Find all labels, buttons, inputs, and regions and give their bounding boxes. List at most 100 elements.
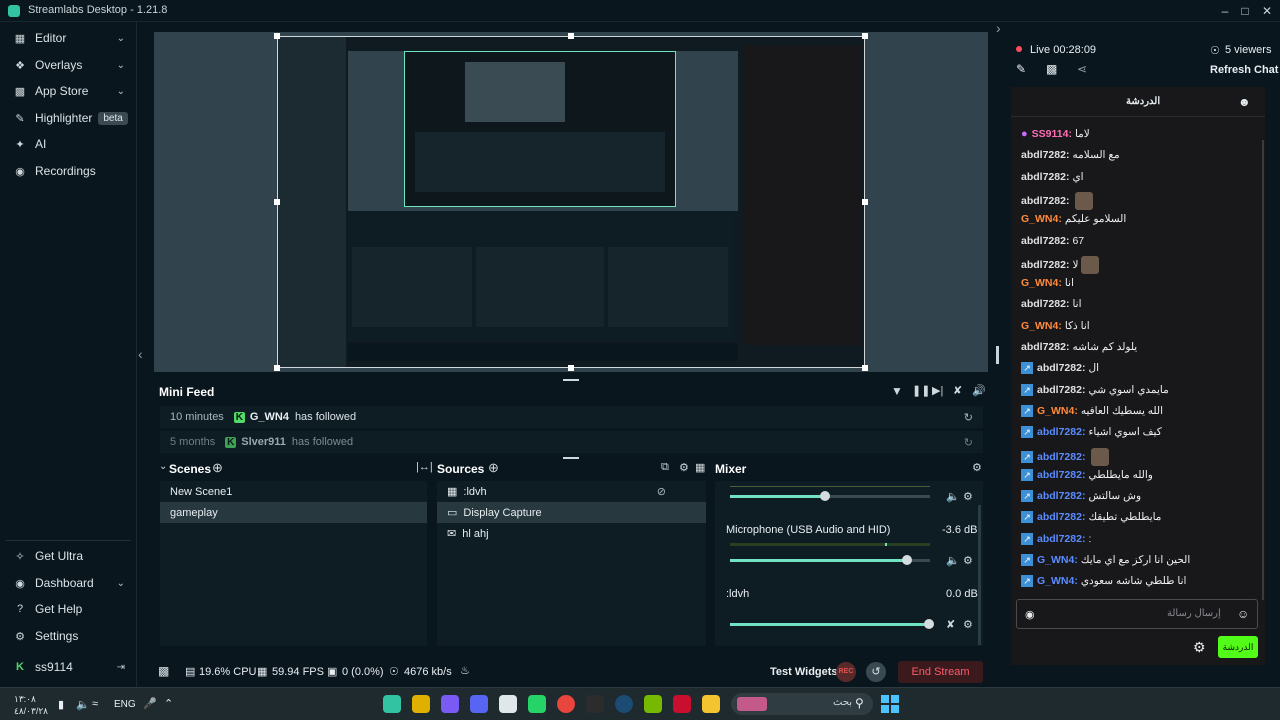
chat-username[interactable]: abdl7282: <box>1037 511 1085 523</box>
mixer-scrollbar[interactable] <box>978 505 981 645</box>
sidebar-item-ai[interactable]: ✦ AI <box>0 131 137 157</box>
collapse-left-icon[interactable]: ‹ <box>138 346 143 362</box>
rockstar-taskbar-icon[interactable] <box>412 695 430 713</box>
repeat-icon[interactable]: ↻ <box>964 436 973 449</box>
replay-buffer-button[interactable]: ↺ <box>866 662 886 682</box>
mute-alerts-icon[interactable]: ✘ <box>953 384 962 397</box>
battery-icon[interactable]: ▮ <box>58 698 64 711</box>
mute-icon[interactable]: ✘ <box>946 618 955 631</box>
volume-slider[interactable] <box>730 491 930 501</box>
resize-handle-tl[interactable] <box>274 33 280 39</box>
record-button[interactable]: REC <box>836 662 856 682</box>
sidebar-item-get-help[interactable]: ? Get Help <box>0 596 137 622</box>
chat-username[interactable]: G_WN4: <box>1037 554 1078 566</box>
chrome-taskbar-icon[interactable] <box>557 695 575 713</box>
resize-handle-t[interactable] <box>568 33 574 39</box>
slider-knob[interactable] <box>820 491 830 501</box>
resize-handle-tr[interactable] <box>862 33 868 39</box>
resize-handle-b[interactable] <box>568 365 574 371</box>
gamepad-taskbar-icon[interactable] <box>441 695 459 713</box>
display-capture-source[interactable] <box>277 36 865 368</box>
chat-username[interactable]: abdl7282: <box>1021 235 1069 247</box>
folder-icon[interactable]: ▦ <box>695 461 705 474</box>
chatgpt-taskbar-icon[interactable] <box>499 695 517 713</box>
sidebar-item-app-store[interactable]: ▩ App Store ⌄ <box>0 78 137 104</box>
emoji-icon[interactable]: ☺ <box>1237 607 1249 621</box>
chat-username[interactable]: abdl7282: <box>1037 469 1085 481</box>
scene-item-selected[interactable]: gameplay <box>160 502 427 523</box>
sidebar-item-get-ultra[interactable]: ✧ Get Ultra <box>0 543 137 569</box>
sidebar-item-recordings[interactable]: ◉ Recordings <box>0 158 137 184</box>
drag-bar[interactable] <box>563 457 579 459</box>
add-scene-icon[interactable]: ⊕ <box>212 460 223 476</box>
mcafee-taskbar-icon[interactable] <box>673 695 691 713</box>
resize-handle-l[interactable] <box>274 199 280 205</box>
chat-username[interactable]: abdl7282: <box>1037 451 1085 463</box>
chat-username[interactable]: abdl7282: <box>1021 195 1069 207</box>
minimize-button[interactable]: – <box>1216 3 1234 19</box>
file-explorer-taskbar-icon[interactable] <box>702 695 720 713</box>
refresh-chat-button[interactable]: Refresh Chat <box>1210 64 1278 76</box>
copy-icon[interactable]: ⧉ <box>661 461 669 474</box>
source-item[interactable]: ▦ :ldvh ⊘ <box>437 481 706 502</box>
sidebar-item-overlays[interactable]: ❖ Overlays ⌄ <box>0 52 137 78</box>
scene-transitions-icon[interactable]: |↔| <box>416 461 433 473</box>
volume-slider[interactable] <box>730 619 934 629</box>
maximize-button[interactable]: □ <box>1236 3 1254 19</box>
source-item[interactable]: ✉ hl ahj <box>437 523 706 544</box>
chat-username[interactable]: abdl7282: <box>1037 533 1085 545</box>
sidebar-item-settings[interactable]: ⚙ Settings <box>0 623 137 649</box>
discord-taskbar-icon[interactable] <box>470 695 488 713</box>
source-item-selected[interactable]: ▭ Display Capture <box>437 502 706 523</box>
chat-username[interactable]: G_WN4: <box>1037 575 1078 587</box>
add-source-icon[interactable]: ⊕ <box>488 460 499 476</box>
sidebar-item-dashboard[interactable]: ◉ Dashboard ⌄ <box>0 570 137 596</box>
chevron-down-icon[interactable]: ⌄ <box>159 461 167 472</box>
clipboard-icon[interactable]: ▩ <box>1046 62 1057 76</box>
stats-icon[interactable]: ▩ <box>158 664 169 678</box>
chat-scrollbar[interactable] <box>1262 140 1264 600</box>
volume-icon[interactable]: 🔈 <box>946 554 960 567</box>
chat-username[interactable]: abdl7282: <box>1037 384 1085 396</box>
chat-username[interactable]: SS9114: <box>1032 128 1072 140</box>
share-icon[interactable]: ⋖ <box>1077 62 1087 76</box>
wifi-icon[interactable]: ≈ <box>92 698 98 710</box>
chat-username[interactable]: abdl7282: <box>1021 341 1069 353</box>
edit-icon[interactable]: ✎ <box>1016 62 1026 76</box>
windows-start-icon[interactable] <box>881 695 899 713</box>
sidebar-item-editor[interactable]: ▦ Editor ⌄ <box>0 25 137 51</box>
epic-games-taskbar-icon[interactable] <box>586 695 604 713</box>
chat-send-button[interactable]: الدردشة <box>1218 636 1258 658</box>
nvidia-taskbar-icon[interactable] <box>644 695 662 713</box>
logout-icon[interactable]: ⇥ <box>117 662 125 673</box>
microphone-icon[interactable]: 🎤 <box>143 697 157 710</box>
chat-username[interactable]: abdl7282: <box>1021 298 1069 310</box>
chat-username[interactable]: abdl7282: <box>1037 362 1085 374</box>
chat-username[interactable]: abdl7282: <box>1037 426 1085 438</box>
chat-username[interactable]: abdl7282: <box>1021 259 1069 271</box>
streamlabs-taskbar-icon[interactable] <box>383 695 401 713</box>
notification-bell-icon[interactable]: ♨ <box>460 664 470 677</box>
resize-handle-r[interactable] <box>862 199 868 205</box>
gear-icon[interactable]: ⚙ <box>1193 639 1206 656</box>
chat-username[interactable]: G_WN4: <box>1021 213 1062 225</box>
whatsapp-taskbar-icon[interactable] <box>528 695 546 713</box>
sidebar-user[interactable]: K ss9114 ⇥ <box>0 654 137 680</box>
gear-icon[interactable]: ⚙ <box>963 554 973 567</box>
users-icon[interactable]: ☻ <box>1238 95 1251 109</box>
hidden-eye-icon[interactable]: ⊘ <box>657 485 666 498</box>
gear-icon[interactable]: ⚙ <box>963 618 973 631</box>
test-widgets-button[interactable]: Test Widgets <box>770 666 838 678</box>
chat-username[interactable]: abdl7282: <box>1021 149 1069 161</box>
pause-icon[interactable]: ❚❚ <box>912 384 930 397</box>
volume-slider[interactable] <box>730 555 930 565</box>
slider-knob[interactable] <box>902 555 912 565</box>
volume-icon[interactable]: 🔈 <box>946 490 960 503</box>
close-button[interactable]: ✕ <box>1258 3 1276 19</box>
resize-handle-bl[interactable] <box>274 365 280 371</box>
speaker-icon[interactable]: 🔈 <box>76 698 90 711</box>
chat-username[interactable]: G_WN4: <box>1021 320 1062 332</box>
chevron-up-icon[interactable]: ⌃ <box>164 697 173 710</box>
end-stream-button[interactable]: End Stream <box>898 661 983 683</box>
sidebar-item-highlighter[interactable]: ✎ Highlighter beta <box>0 105 137 131</box>
